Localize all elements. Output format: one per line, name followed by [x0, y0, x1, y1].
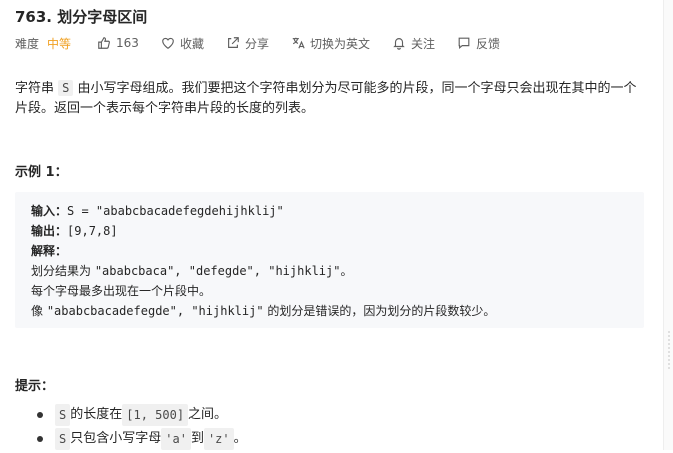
input-value: S = "ababcbacadefegdehijhklij"	[67, 204, 284, 218]
bullet-icon	[37, 436, 43, 442]
favorite-label: 收藏	[179, 36, 204, 51]
example-heading: 示例 1：	[15, 165, 68, 180]
example-input-line: 输入：S = "ababcbacadefegdehijhklij"	[31, 202, 284, 220]
example-output-line: 输出：[9,7,8]	[31, 222, 118, 240]
example-explain-label: 解释：	[31, 242, 67, 260]
difficulty-badge: 中等	[47, 36, 72, 51]
problem-description: 字符串 S 由小写字母组成。我们要把这个字符串划分为尽可能多的片段，同一个字母只…	[15, 78, 649, 119]
problem-title: 763. 划分字母区间	[15, 8, 148, 26]
difficulty-label: 难度	[15, 36, 40, 51]
translate-icon	[292, 37, 305, 49]
hints-heading: 提示：	[15, 379, 55, 394]
switch-language-button[interactable]: 切换为英文	[291, 35, 370, 52]
example-block: 输入：S = "ababcbacadefegdehijhklij" 输出：[9,…	[15, 192, 644, 328]
bullet-icon	[37, 412, 43, 418]
follow-label: 关注	[410, 36, 435, 51]
share-button[interactable]: 分享	[226, 35, 269, 52]
comment-icon	[458, 37, 470, 50]
input-label: 输入：	[31, 204, 68, 218]
problem-meta-bar: 难度 中等 163 收藏 分享 切换为英文 关注 反馈	[15, 34, 522, 52]
bell-icon	[393, 38, 405, 50]
output-label: 输出：	[31, 224, 68, 238]
list-item: S 只包含小写字母 'a' 到 'z' 。	[15, 428, 247, 450]
description-text-rest: 由小写字母组成。我们要把这个字符串划分为尽可能多的片段，同一个字母只会出现在其中…	[15, 81, 637, 116]
share-label: 分享	[244, 36, 269, 51]
heart-icon	[162, 37, 174, 49]
follow-button[interactable]: 关注	[392, 35, 435, 52]
scrollbar-handle[interactable]	[667, 330, 671, 370]
explain-line-2: 每个字母最多出现在一个片段中。	[31, 284, 212, 298]
feedback-button[interactable]: 反馈	[457, 35, 500, 52]
explain-line-1: 划分结果为 "ababcbaca", "defegde", "hijhklij"…	[31, 264, 353, 278]
output-value: [9,7,8]	[67, 224, 118, 238]
problem-page: 763. 划分字母区间 难度 中等 163 收藏 分享 切换为英文 关注 反馈 …	[0, 0, 664, 450]
list-item: S 的长度在 [1, 500] 之间。	[15, 404, 247, 426]
share-icon	[228, 37, 239, 48]
inline-code-s: S	[58, 80, 74, 96]
explain-line-3: 像 "ababcbacadefegde", "hijhklij" 的划分是错误的…	[31, 304, 496, 318]
favorite-button[interactable]: 收藏	[161, 35, 204, 52]
scrollbar[interactable]	[663, 0, 673, 450]
description-text: 字符串	[15, 81, 59, 96]
like-button[interactable]: 163	[97, 36, 139, 50]
switch-language-label: 切换为英文	[309, 36, 370, 51]
hints-list: S 的长度在 [1, 500] 之间。 S 只包含小写字母 'a' 到 'z' …	[15, 404, 247, 453]
thumbs-up-icon	[98, 37, 110, 49]
like-count: 163	[116, 36, 139, 50]
feedback-label: 反馈	[476, 36, 501, 51]
explain-label: 解释：	[31, 244, 68, 258]
